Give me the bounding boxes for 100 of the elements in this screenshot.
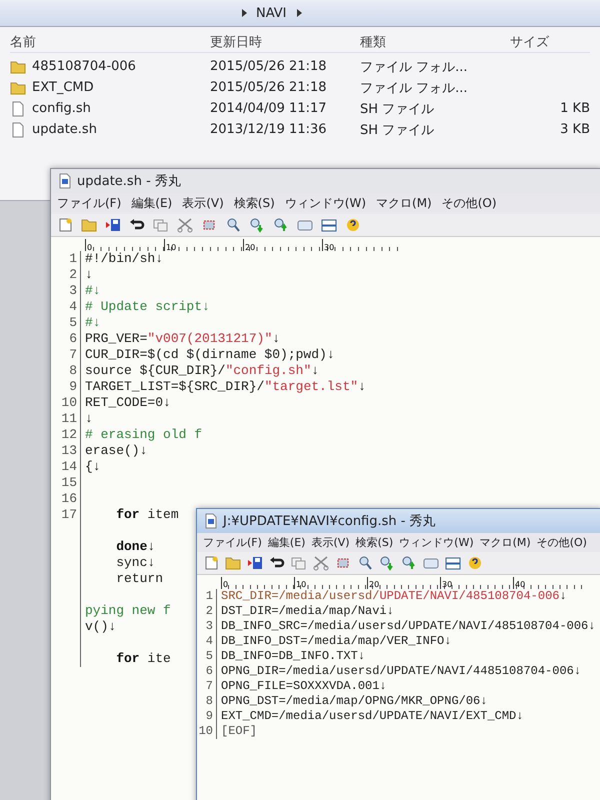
scissors-icon[interactable] (313, 555, 329, 571)
search-down-icon[interactable] (379, 555, 395, 571)
code-text: EXT_CMD=/media/usersd/UPDATE/NAVI/EXT_CMD↓ (221, 709, 524, 723)
line-number: 10 (61, 395, 77, 410)
code-text: PRG_VER= (85, 331, 148, 346)
table-cell-text: 2015/05/26 21:18 (210, 59, 328, 74)
code-text: # Update script↓ (85, 299, 210, 314)
file-icon (10, 100, 26, 116)
code-text: ↓ (85, 267, 93, 282)
file-name[interactable]: EXT_CMD (32, 80, 94, 95)
menu-item[interactable]: 編集(E) (131, 195, 172, 212)
line-number: 5 (69, 315, 77, 330)
code-text: UPDATE/NAVI/485108704-006 (379, 589, 560, 603)
line-number: 4 (206, 634, 213, 648)
search-icon[interactable] (225, 217, 241, 233)
code-text: OPNG_FILE=SOXXXVDA.001↓ (221, 679, 387, 693)
file-icon (10, 122, 26, 138)
code-text: "config.sh" (225, 363, 312, 378)
ruler-label: 10 (295, 581, 306, 589)
menu-item[interactable]: ファイル(F) (203, 535, 262, 550)
line-number: 8 (206, 694, 213, 708)
code-text: #↓ (85, 315, 101, 330)
menu-item[interactable]: 検索(S) (356, 535, 394, 550)
chevron-right-icon (240, 8, 248, 18)
code-text: "v007(20131217)" (147, 331, 272, 346)
code-text: DST_DIR=/media/map/Navi↓ (221, 604, 394, 618)
file-name[interactable]: 485108704-006 (32, 59, 136, 74)
menu-item[interactable]: マクロ(M) (376, 195, 432, 212)
table-cell: 3 KB (560, 122, 590, 137)
code-text: CUR_DIR=$(cd $(dirname $0);pwd)↓ (85, 347, 335, 362)
code-text: RET_CODE=0↓ (85, 395, 171, 410)
line-number: 11 (61, 411, 77, 426)
folder-icon (10, 58, 26, 74)
line-number: 8 (69, 363, 77, 378)
file-name[interactable]: config.sh (32, 101, 91, 116)
line-number: 3 (69, 283, 77, 298)
split-icon[interactable] (321, 217, 337, 233)
table-cell-text: ファイル フォル... (360, 58, 469, 76)
menu-item[interactable]: マクロ(M) (480, 535, 531, 550)
menu-item[interactable]: その他(O) (442, 195, 497, 212)
ruler-label: 40 (514, 581, 526, 589)
code-text: pying new f (85, 603, 171, 618)
code-text: ite (146, 651, 171, 666)
scissors-icon[interactable] (177, 217, 193, 233)
code-text: ↓ (85, 411, 93, 426)
code-text: "target.lst" (264, 379, 358, 394)
menu-item[interactable]: ファイル(F) (57, 195, 122, 212)
menu-item[interactable]: 表示(V) (182, 195, 224, 212)
ruler-label: 20 (368, 581, 380, 589)
code-text: ↓ (272, 331, 280, 346)
code-text: ↓ (147, 539, 156, 554)
split-icon[interactable] (445, 555, 461, 571)
new-file-icon[interactable] (203, 555, 219, 571)
code-text: DB_INFO=DB_INFO.TXT↓ (221, 649, 366, 663)
breadcrumb-item[interactable]: NAVI (256, 6, 287, 20)
search-down-icon[interactable] (249, 217, 265, 233)
code-text: for (115, 507, 140, 522)
save-icon[interactable] (247, 555, 263, 571)
line-number: 1 (69, 251, 77, 266)
table-cell-text: 2013/12/19 11:36 (210, 122, 328, 137)
address-bar[interactable]: NAVI (0, 0, 600, 27)
code-text: v()↓ (85, 619, 116, 634)
code-text: for (115, 651, 140, 666)
ruler-label: 30 (441, 581, 452, 589)
search-icon[interactable] (357, 555, 373, 571)
help-icon[interactable] (467, 555, 483, 571)
menu-item[interactable]: 編集(E) (268, 535, 306, 550)
column-header[interactable]: 更新日時 (210, 32, 360, 50)
file-name[interactable]: update.sh (32, 122, 97, 137)
menu-item[interactable]: 検索(S) (234, 195, 275, 212)
save-icon[interactable] (105, 217, 121, 233)
search-up-icon[interactable] (401, 555, 417, 571)
chevron-right-icon (294, 8, 303, 18)
document-icon (57, 173, 71, 189)
line-number: 9 (69, 379, 77, 394)
line-number: 15 (61, 475, 77, 490)
code-text: [EOF] (221, 724, 258, 738)
table-cell-text: SH ファイル (360, 100, 436, 118)
code-text: SRC_DIR=/media/usersd/ (221, 589, 380, 603)
menu-item[interactable]: 表示(V) (311, 535, 350, 550)
ruler-label: 0 (86, 244, 92, 252)
code-text: # erasing old f (85, 427, 202, 442)
code-text: OPNG_DST=/media/map/OPNG/MKR_OPNG/06↓ (221, 694, 488, 708)
search-up-icon[interactable] (273, 217, 289, 233)
code-text: done (115, 539, 148, 554)
column-header[interactable]: サイズ (510, 32, 590, 50)
help-icon[interactable] (345, 217, 361, 233)
menu-item[interactable]: その他(O) (536, 535, 587, 550)
line-number: 13 (61, 443, 77, 458)
code-text: TARGET_LIST=${SRC_DIR}/ (85, 379, 264, 394)
new-file-icon[interactable] (57, 217, 73, 233)
code-text: source ${CUR_DIR}/ (85, 363, 226, 378)
code-text: #↓ (85, 283, 101, 298)
menu-item[interactable]: ウィンドウ(W) (399, 535, 474, 550)
column-header[interactable]: 名前 (10, 32, 210, 50)
menu-item[interactable]: ウィンドウ(W) (284, 195, 366, 212)
column-header[interactable]: 種類 (360, 32, 510, 50)
code-text: item (146, 507, 179, 522)
line-number: 4 (69, 299, 77, 314)
line-number: 1 (206, 589, 213, 603)
